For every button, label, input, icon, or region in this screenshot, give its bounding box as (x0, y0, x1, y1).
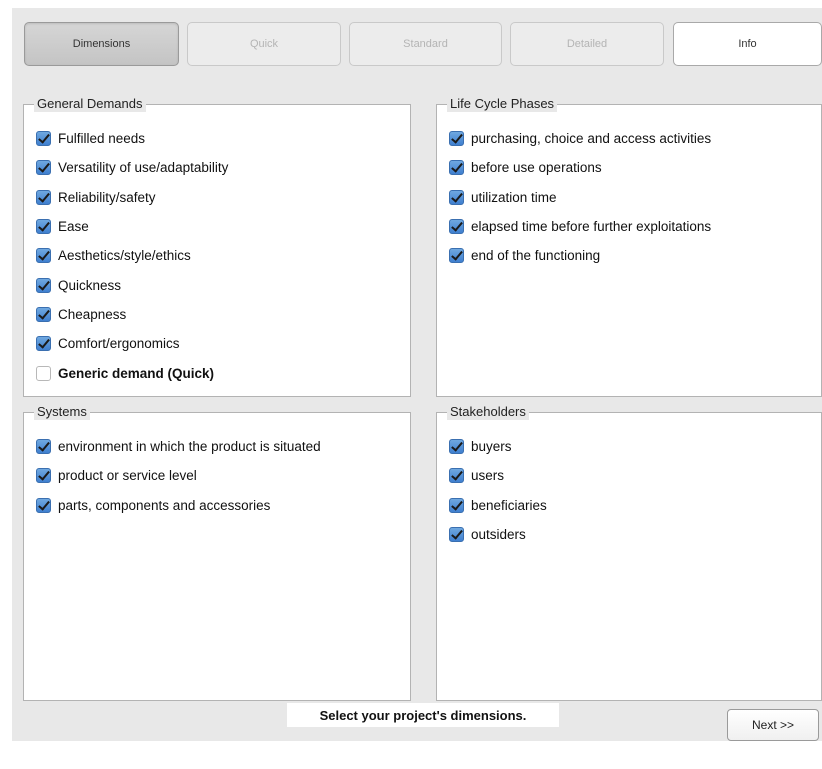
general-demands-title: General Demands (34, 96, 146, 112)
checkbox-label: Generic demand (Quick) (58, 365, 215, 381)
checkbox-item[interactable]: Reliability/safety (36, 183, 404, 212)
checkbox-item[interactable]: beneficiaries (449, 491, 815, 520)
checkbox-label: buyers (471, 439, 512, 455)
checkbox-item[interactable]: environment in which the product is situ… (36, 432, 404, 461)
checkbox-item[interactable]: product or service level (36, 461, 404, 490)
checkbox-label: purchasing, choice and access activities (471, 131, 712, 147)
checkbox-checked-icon[interactable] (36, 336, 51, 352)
checkbox-checked-icon[interactable] (36, 131, 51, 147)
tab-quick[interactable]: Quick (187, 22, 341, 66)
checkbox-item[interactable]: buyers (449, 432, 815, 461)
checkbox-item[interactable]: outsiders (449, 520, 815, 549)
checkbox-item[interactable]: Generic demand (Quick) (36, 358, 404, 387)
checkbox-unchecked-icon[interactable] (36, 365, 51, 381)
checkbox-label: outsiders (471, 527, 526, 543)
checkbox-item[interactable]: Fulfilled needs (36, 124, 404, 153)
checkbox-checked-icon[interactable] (449, 468, 464, 484)
status-message: Select your project's dimensions. (287, 703, 559, 727)
checkbox-checked-icon[interactable] (36, 439, 51, 455)
next-button[interactable]: Next >> (727, 709, 819, 741)
checkbox-label: end of the functioning (471, 248, 601, 264)
checkbox-item[interactable]: Cheapness (36, 300, 404, 329)
checkbox-checked-icon[interactable] (36, 468, 51, 484)
checkbox-item[interactable]: Comfort/ergonomics (36, 329, 404, 358)
checkbox-checked-icon[interactable] (36, 219, 51, 235)
checkbox-checked-icon[interactable] (449, 189, 464, 205)
stakeholders-list: buyers users beneficiaries outsiders (449, 432, 815, 549)
checkbox-item[interactable]: end of the functioning (449, 241, 815, 270)
tab-standard[interactable]: Standard (349, 22, 502, 66)
checkbox-checked-icon[interactable] (36, 497, 51, 513)
checkbox-label: environment in which the product is situ… (58, 439, 321, 455)
general-demands-list: Fulfilled needs Versatility of use/adapt… (36, 124, 404, 388)
life-cycle-phases-title: Life Cycle Phases (447, 96, 558, 112)
checkbox-checked-icon[interactable] (449, 439, 464, 455)
checkbox-label: Aesthetics/style/ethics (58, 248, 191, 264)
checkbox-item[interactable]: parts, components and accessories (36, 491, 404, 520)
project-dimensions-window: Dimensions Quick Standard Detailed Info … (12, 8, 822, 741)
checkbox-item[interactable]: utilization time (449, 183, 815, 212)
checkbox-label: product or service level (58, 468, 197, 484)
checkbox-item[interactable]: before use operations (449, 153, 815, 182)
checkbox-label: utilization time (471, 189, 557, 205)
checkbox-checked-icon[interactable] (36, 277, 51, 293)
checkbox-item[interactable]: Quickness (36, 270, 404, 299)
checkbox-item[interactable]: Aesthetics/style/ethics (36, 241, 404, 270)
checkbox-label: Versatility of use/adaptability (58, 160, 229, 176)
tab-dimensions[interactable]: Dimensions (24, 22, 179, 66)
checkbox-item[interactable]: Versatility of use/adaptability (36, 153, 404, 182)
checkbox-checked-icon[interactable] (36, 248, 51, 264)
checkbox-label: before use operations (471, 160, 602, 176)
systems-title: Systems (34, 404, 90, 420)
checkbox-label: Comfort/ergonomics (58, 336, 180, 352)
checkbox-item[interactable]: elapsed time before further exploitation… (449, 212, 815, 241)
stakeholders-title: Stakeholders (447, 404, 529, 420)
checkbox-item[interactable]: Ease (36, 212, 404, 241)
checkbox-checked-icon[interactable] (449, 160, 464, 176)
life-cycle-phases-panel: Life Cycle Phases purchasing, choice and… (436, 96, 822, 397)
checkbox-checked-icon[interactable] (36, 160, 51, 176)
checkbox-label: Ease (58, 219, 89, 235)
checkbox-checked-icon[interactable] (36, 189, 51, 205)
checkbox-item[interactable]: purchasing, choice and access activities (449, 124, 815, 153)
systems-list: environment in which the product is situ… (36, 432, 404, 520)
checkbox-checked-icon[interactable] (449, 219, 464, 235)
stakeholders-panel: Stakeholders buyers users beneficiaries … (436, 404, 822, 701)
tab-detailed[interactable]: Detailed (510, 22, 664, 66)
checkbox-label: parts, components and accessories (58, 497, 271, 513)
checkbox-checked-icon[interactable] (449, 131, 464, 147)
checkbox-label: elapsed time before further exploitation… (471, 219, 712, 235)
checkbox-label: Fulfilled needs (58, 131, 146, 147)
checkbox-item[interactable]: users (449, 461, 815, 490)
checkbox-checked-icon[interactable] (36, 306, 51, 322)
general-demands-panel: General Demands Fulfilled needs Versatil… (23, 96, 411, 397)
checkbox-checked-icon[interactable] (449, 497, 464, 513)
checkbox-label: beneficiaries (471, 497, 547, 513)
checkbox-label: Cheapness (58, 306, 127, 322)
life-cycle-phases-list: purchasing, choice and access activities… (449, 124, 815, 270)
systems-panel: Systems environment in which the product… (23, 404, 411, 701)
checkbox-label: users (471, 468, 505, 484)
checkbox-checked-icon[interactable] (449, 527, 464, 543)
checkbox-label: Quickness (58, 277, 122, 293)
checkbox-label: Reliability/safety (58, 189, 156, 205)
checkbox-checked-icon[interactable] (449, 248, 464, 264)
tab-info[interactable]: Info (673, 22, 822, 66)
